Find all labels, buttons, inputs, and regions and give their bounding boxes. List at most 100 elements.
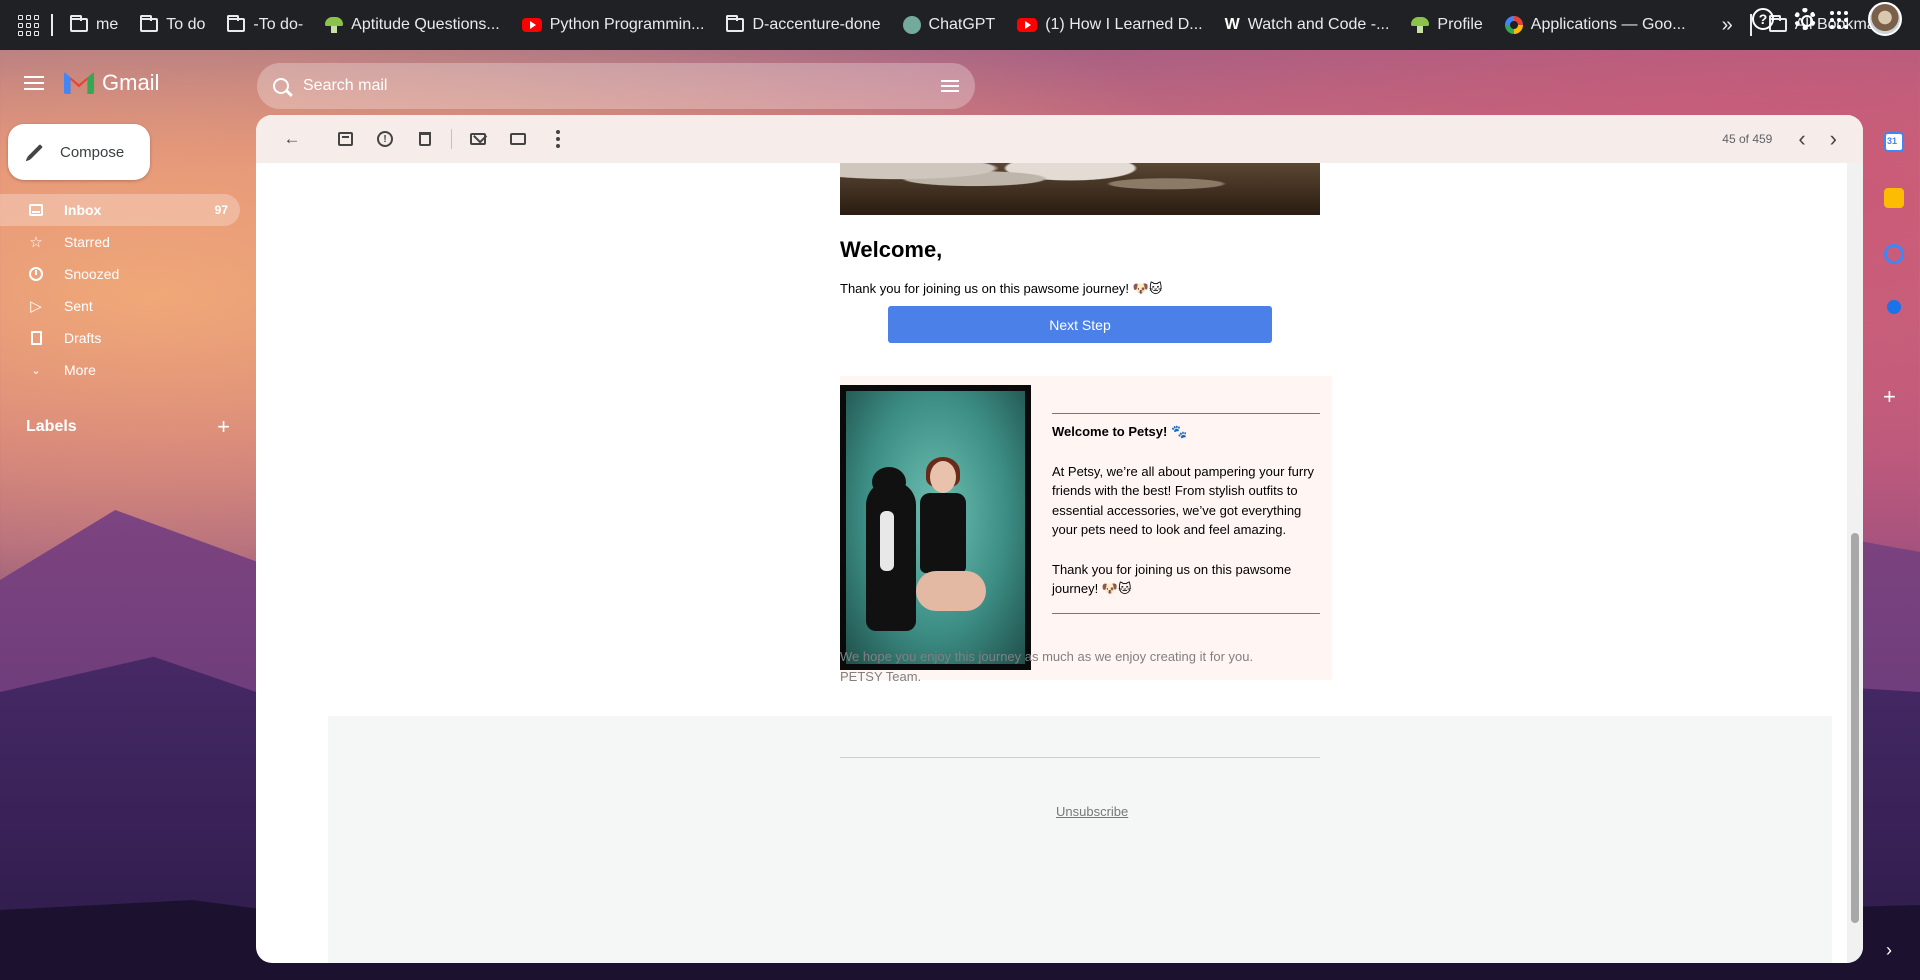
- keep-icon[interactable]: [1884, 188, 1904, 208]
- footer-divider: [840, 757, 1320, 758]
- google-icon: [1504, 16, 1523, 34]
- toolbar-spacer: [318, 129, 319, 149]
- mushroom-icon: [1411, 17, 1430, 33]
- tasks-icon[interactable]: [1884, 244, 1904, 264]
- sidebar-item-drafts[interactable]: Drafts: [0, 322, 240, 354]
- message-toolbar: ← ! 45 of 459 ‹ ›: [256, 115, 1863, 163]
- add-addon-icon[interactable]: +: [1883, 384, 1896, 410]
- inbox-count: 97: [214, 203, 228, 217]
- labels-title: Labels: [26, 418, 77, 435]
- contacts-icon[interactable]: [1887, 300, 1901, 314]
- trash-icon[interactable]: [405, 119, 445, 159]
- move-to-icon[interactable]: [498, 119, 538, 159]
- sidebar-item-inbox[interactable]: Inbox 97: [0, 194, 240, 226]
- pencil-icon: [27, 144, 43, 160]
- bookmark-aptitude[interactable]: Aptitude Questions...: [314, 7, 511, 43]
- bookmark-accenture[interactable]: D-accenture-done: [715, 7, 891, 43]
- sidebar-item-more[interactable]: ⌄ More: [0, 354, 240, 386]
- apps-grid-icon[interactable]: [12, 14, 45, 36]
- back-arrow-icon[interactable]: ←: [272, 119, 312, 159]
- folder-icon: [726, 15, 745, 32]
- folder-icon: [227, 15, 246, 32]
- dog-figure: [866, 467, 916, 631]
- star-icon: ☆: [29, 234, 43, 251]
- add-label-icon[interactable]: +: [217, 414, 230, 440]
- mushroom-icon: [325, 17, 344, 33]
- chevron-down-icon: ⌄: [31, 364, 41, 377]
- welcome-card: Welcome to Petsy! 🐾 At Petsy, we’re all …: [840, 376, 1332, 680]
- bookmark-to-do-2[interactable]: -To do-: [216, 7, 314, 43]
- footer-line-2: PETSY Team.: [840, 668, 922, 684]
- toolbar-divider: [451, 129, 452, 149]
- email-thanks-text: Thank you for joining us on this pawsome…: [840, 281, 1163, 296]
- email-footer-band: [328, 716, 1832, 963]
- youtube-icon: [1017, 18, 1038, 32]
- labels-header: Labels +: [26, 414, 230, 440]
- chevron-right-icon[interactable]: ›: [1818, 126, 1849, 152]
- report-spam-icon[interactable]: !: [365, 119, 405, 159]
- card-text: Welcome to Petsy! 🐾 At Petsy, we’re all …: [1052, 413, 1320, 614]
- bookmark-applications[interactable]: Applications — Goo...: [1494, 7, 1697, 43]
- inbox-icon: [26, 202, 46, 218]
- footer-note: We hope you enjoy this journey as much a…: [840, 647, 1253, 686]
- card-thanks: Thank you for joining us on this pawsome…: [1052, 561, 1292, 597]
- app-name: Gmail: [102, 70, 160, 95]
- search-bar: [257, 63, 975, 109]
- bookmarks-overflow-button[interactable]: »: [1711, 7, 1744, 43]
- sidebar-item-starred[interactable]: ☆ Starred: [0, 226, 240, 258]
- message-panel: ← ! 45 of 459 ‹ › Welcome, Thank you for…: [256, 115, 1863, 963]
- email-heading: Welcome,: [840, 237, 943, 262]
- pet-owner-photo: [840, 385, 1031, 670]
- email-body: Welcome, Thank you for joining us on thi…: [256, 163, 1847, 963]
- sidebar-item-snoozed[interactable]: Snoozed: [0, 258, 240, 290]
- person-figure: [916, 457, 986, 641]
- bookmark-to-do[interactable]: To do: [129, 7, 216, 43]
- footer-line-1: We hope you enjoy this journey as much a…: [840, 649, 1254, 664]
- card-body: At Petsy, we’re all about pampering your…: [1052, 463, 1315, 538]
- gear-icon[interactable]: [1794, 8, 1816, 30]
- google-apps-icon[interactable]: [1830, 11, 1848, 29]
- page-count: 45 of 459: [1722, 132, 1773, 146]
- double-chevron-icon: »: [1721, 13, 1733, 36]
- bookmark-profile[interactable]: Profile: [1400, 7, 1493, 43]
- scrollbar[interactable]: [1847, 163, 1863, 963]
- calendar-icon[interactable]: [1884, 132, 1904, 152]
- hero-image: [840, 163, 1320, 215]
- bookmark-how-i-learned[interactable]: (1) How I Learned D...: [1006, 7, 1213, 43]
- search-options-icon[interactable]: [941, 79, 959, 93]
- sidebar-item-sent[interactable]: ▷ Sent: [0, 290, 240, 322]
- next-step-button[interactable]: Next Step: [888, 306, 1272, 343]
- expand-side-panel-icon[interactable]: ›: [1886, 940, 1892, 961]
- mark-unread-icon[interactable]: [458, 119, 498, 159]
- bookmark-watch-and-code[interactable]: W Watch and Code -...: [1214, 7, 1401, 43]
- youtube-icon: [521, 18, 542, 32]
- w-icon: W: [1224, 16, 1240, 33]
- help-icon[interactable]: ?: [1752, 8, 1774, 30]
- search-icon[interactable]: [273, 78, 289, 94]
- folder-icon: [70, 15, 88, 32]
- gmail-m-icon: [64, 72, 94, 94]
- more-options-icon[interactable]: [538, 119, 578, 159]
- compose-button[interactable]: Compose: [8, 124, 150, 180]
- bookmark-separator: [51, 14, 53, 36]
- search-input[interactable]: [303, 77, 923, 95]
- scroll-thumb[interactable]: [1851, 533, 1859, 923]
- archive-icon[interactable]: [325, 119, 365, 159]
- unsubscribe-link[interactable]: Unsubscribe: [1056, 804, 1128, 819]
- sidebar-nav: Inbox 97 ☆ Starred Snoozed ▷ Sent Drafts…: [0, 194, 240, 386]
- bookmarks-bar: me To do -To do- Aptitude Questions... P…: [0, 0, 1920, 50]
- chevron-left-icon[interactable]: ‹: [1786, 126, 1817, 152]
- pagination: 45 of 459 ‹ ›: [1722, 115, 1849, 163]
- clock-icon: [26, 266, 46, 282]
- draft-icon: [26, 330, 46, 346]
- avatar[interactable]: [1868, 2, 1902, 36]
- chatgpt-icon: [902, 16, 921, 34]
- main-menu-icon[interactable]: [24, 76, 44, 90]
- gmail-logo[interactable]: Gmail: [64, 70, 159, 96]
- folder-icon: [140, 15, 159, 32]
- send-icon: ▷: [30, 298, 42, 315]
- bookmark-chatgpt[interactable]: ChatGPT: [892, 7, 1007, 43]
- bookmark-python[interactable]: Python Programmin...: [511, 7, 716, 43]
- bookmark-me[interactable]: me: [59, 7, 129, 43]
- card-title: Welcome to Petsy! 🐾: [1052, 424, 1188, 439]
